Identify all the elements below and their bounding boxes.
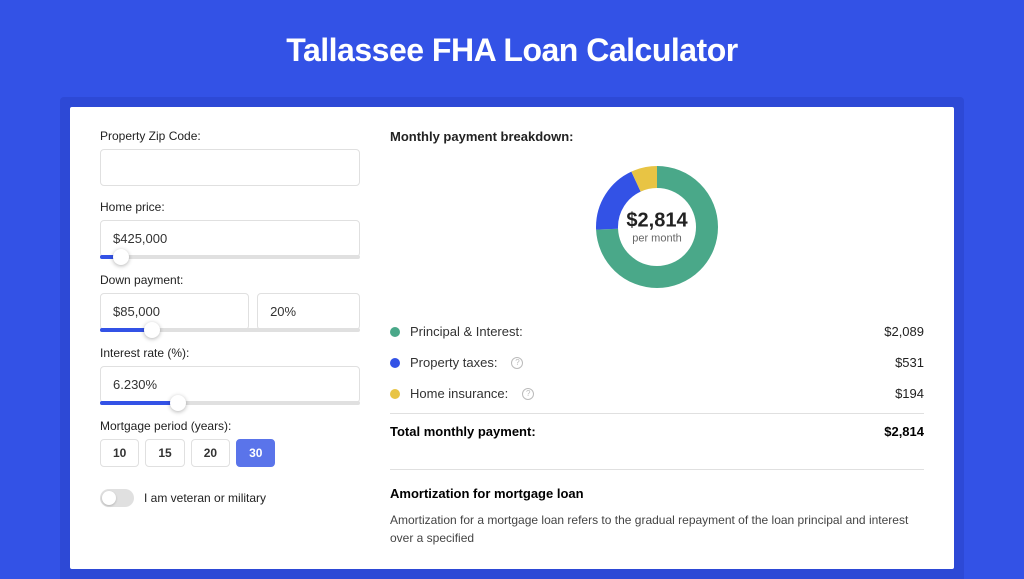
zip-field-block: Property Zip Code: [100, 129, 360, 186]
amortization-section: Amortization for mortgage loan Amortizat… [390, 469, 924, 547]
period-btn-20[interactable]: 20 [191, 439, 230, 467]
slider-thumb-icon[interactable] [170, 395, 186, 411]
donut-chart-wrap: $2,814 per month [390, 162, 924, 292]
veteran-row: I am veteran or military [100, 489, 360, 507]
info-icon[interactable]: ? [522, 388, 534, 400]
down-payment-block: Down payment: [100, 273, 360, 332]
total-value: $2,814 [884, 424, 924, 439]
donut-chart: $2,814 per month [592, 162, 722, 292]
amortization-title: Amortization for mortgage loan [390, 486, 924, 501]
veteran-label: I am veteran or military [144, 491, 266, 505]
breakdown-value: $2,089 [884, 324, 924, 339]
period-btn-30[interactable]: 30 [236, 439, 275, 467]
home-price-label: Home price: [100, 200, 360, 214]
breakdown-label: Principal & Interest: [410, 324, 523, 339]
breakdown-value: $194 [895, 386, 924, 401]
page-title: Tallassee FHA Loan Calculator [0, 0, 1024, 97]
info-icon[interactable]: ? [511, 357, 523, 369]
interest-label: Interest rate (%): [100, 346, 360, 360]
amortization-text: Amortization for a mortgage loan refers … [390, 511, 924, 547]
breakdown-row-insurance: Home insurance: ? $194 [390, 378, 924, 409]
home-price-block: Home price: [100, 200, 360, 259]
slider-thumb-icon[interactable] [113, 249, 129, 265]
breakdown-value: $531 [895, 355, 924, 370]
dot-icon [390, 327, 400, 337]
total-label: Total monthly payment: [390, 424, 536, 439]
interest-slider[interactable] [100, 401, 360, 405]
breakdown-title: Monthly payment breakdown: [390, 129, 924, 144]
period-btn-10[interactable]: 10 [100, 439, 139, 467]
breakdown-label: Home insurance: [410, 386, 508, 401]
interest-block: Interest rate (%): [100, 346, 360, 405]
interest-input[interactable] [100, 366, 360, 403]
home-price-slider[interactable] [100, 255, 360, 259]
donut-sub: per month [626, 233, 687, 245]
period-block: Mortgage period (years): 10 15 20 30 [100, 419, 360, 467]
donut-amount: $2,814 [626, 210, 687, 233]
down-payment-amount-input[interactable] [100, 293, 249, 330]
zip-label: Property Zip Code: [100, 129, 360, 143]
breakdown-row-principal: Principal & Interest: $2,089 [390, 316, 924, 347]
dot-icon [390, 358, 400, 368]
veteran-toggle[interactable] [100, 489, 134, 507]
toggle-knob-icon [102, 491, 116, 505]
home-price-input[interactable] [100, 220, 360, 257]
breakdown-label: Property taxes: [410, 355, 497, 370]
form-column: Property Zip Code: Home price: Down paym… [100, 129, 360, 547]
breakdown-row-taxes: Property taxes: ? $531 [390, 347, 924, 378]
calculator-card: Property Zip Code: Home price: Down paym… [70, 107, 954, 569]
breakdown-total-row: Total monthly payment: $2,814 [390, 413, 924, 447]
zip-input[interactable] [100, 149, 360, 186]
dot-icon [390, 389, 400, 399]
period-btn-15[interactable]: 15 [145, 439, 184, 467]
slider-thumb-icon[interactable] [144, 322, 160, 338]
period-label: Mortgage period (years): [100, 419, 360, 433]
period-buttons: 10 15 20 30 [100, 439, 360, 467]
down-payment-label: Down payment: [100, 273, 360, 287]
calculator-card-outer: Property Zip Code: Home price: Down paym… [60, 97, 964, 579]
breakdown-column: Monthly payment breakdown: $2,814 per mo… [390, 129, 924, 547]
down-payment-slider[interactable] [100, 328, 360, 332]
down-payment-percent-input[interactable] [257, 293, 360, 330]
